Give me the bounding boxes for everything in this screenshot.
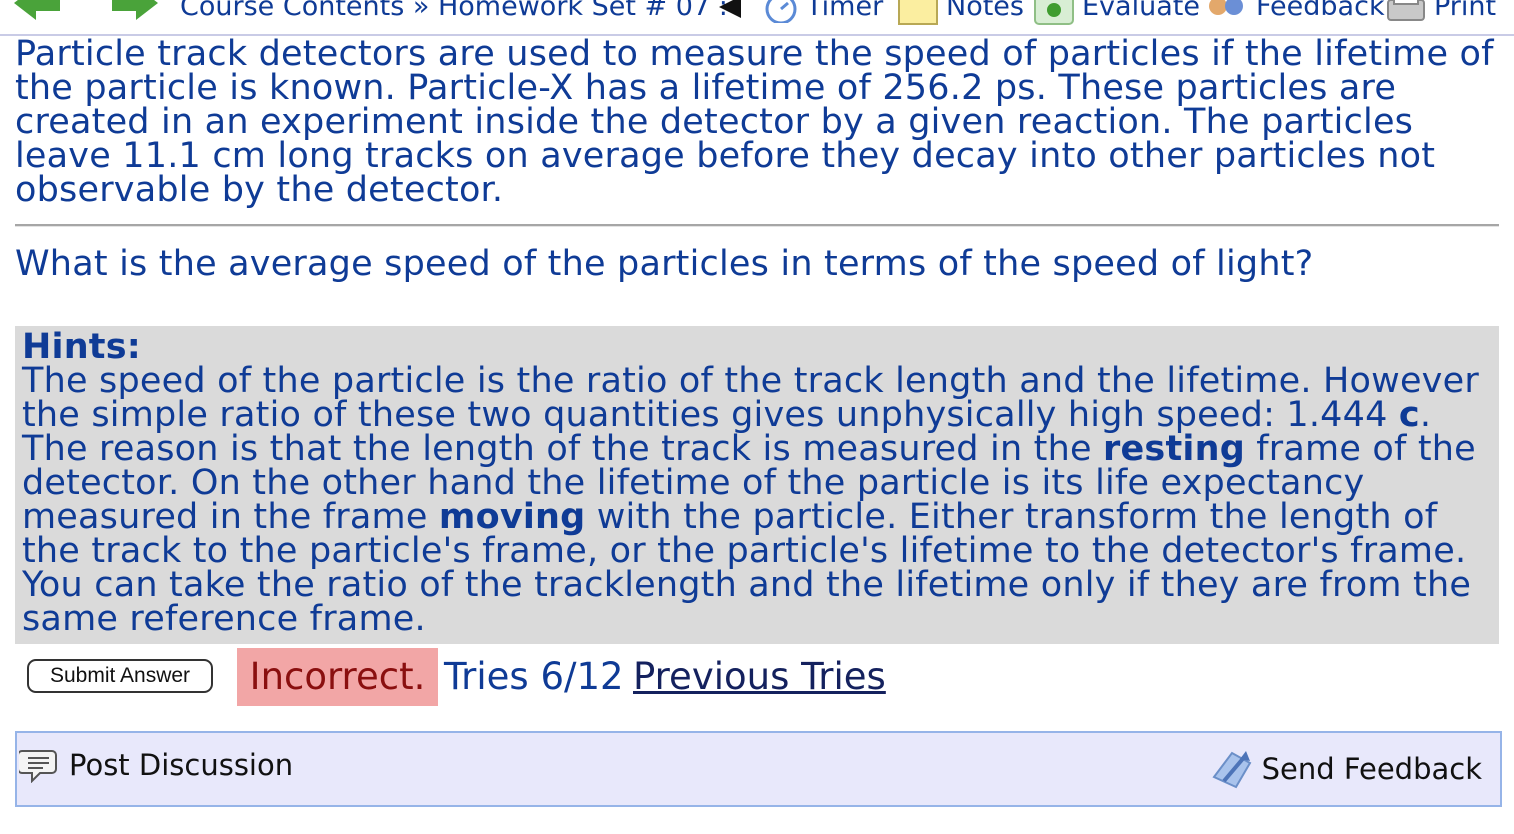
breadcrumb[interactable]: Course Contents » Homework Set # 07 : (180, 0, 728, 26)
footer-bar: Post Discussion Send Feedback (15, 731, 1502, 807)
hints-box: Hints: The speed of the particle is the … (15, 326, 1499, 644)
speech-bubble-icon (19, 750, 57, 783)
collapse-triangle-icon[interactable] (719, 0, 741, 18)
top-toolbar: Course Contents » Homework Set # 07 : Ti… (0, 0, 1514, 36)
tries-counter: Tries 6/12 (444, 655, 624, 698)
divider (15, 224, 1499, 227)
hints-title: Hints: (22, 327, 141, 367)
post-discussion-button[interactable]: Post Discussion (19, 747, 293, 783)
question-text: What is the average speed of the particl… (15, 244, 1314, 284)
send-feedback-icon (1212, 751, 1252, 789)
previous-tries-link[interactable]: Previous Tries (633, 648, 886, 706)
clock-icon (765, 0, 797, 23)
forward-arrow-icon[interactable] (112, 0, 158, 20)
timer-button[interactable]: Timer (764, 0, 883, 26)
hints-body: The speed of the particle is the ratio o… (22, 361, 1479, 639)
back-arrow-icon[interactable] (14, 0, 60, 20)
print-button[interactable]: Print (1386, 0, 1496, 26)
send-feedback-button[interactable]: Send Feedback (1210, 747, 1482, 791)
evaluate-icon (1034, 0, 1074, 25)
problem-statement: Particle track detectors are used to mea… (15, 34, 1494, 210)
evaluate-button[interactable]: Evaluate (1034, 0, 1200, 26)
people-icon (1209, 0, 1243, 15)
incorrect-status-badge: Incorrect. (237, 648, 438, 706)
printer-icon (1387, 0, 1425, 21)
feedback-button[interactable]: Feedback (1204, 0, 1385, 26)
notes-button[interactable]: Notes (898, 0, 1024, 26)
submit-answer-button[interactable]: Submit Answer (27, 659, 213, 693)
note-icon (898, 0, 938, 25)
